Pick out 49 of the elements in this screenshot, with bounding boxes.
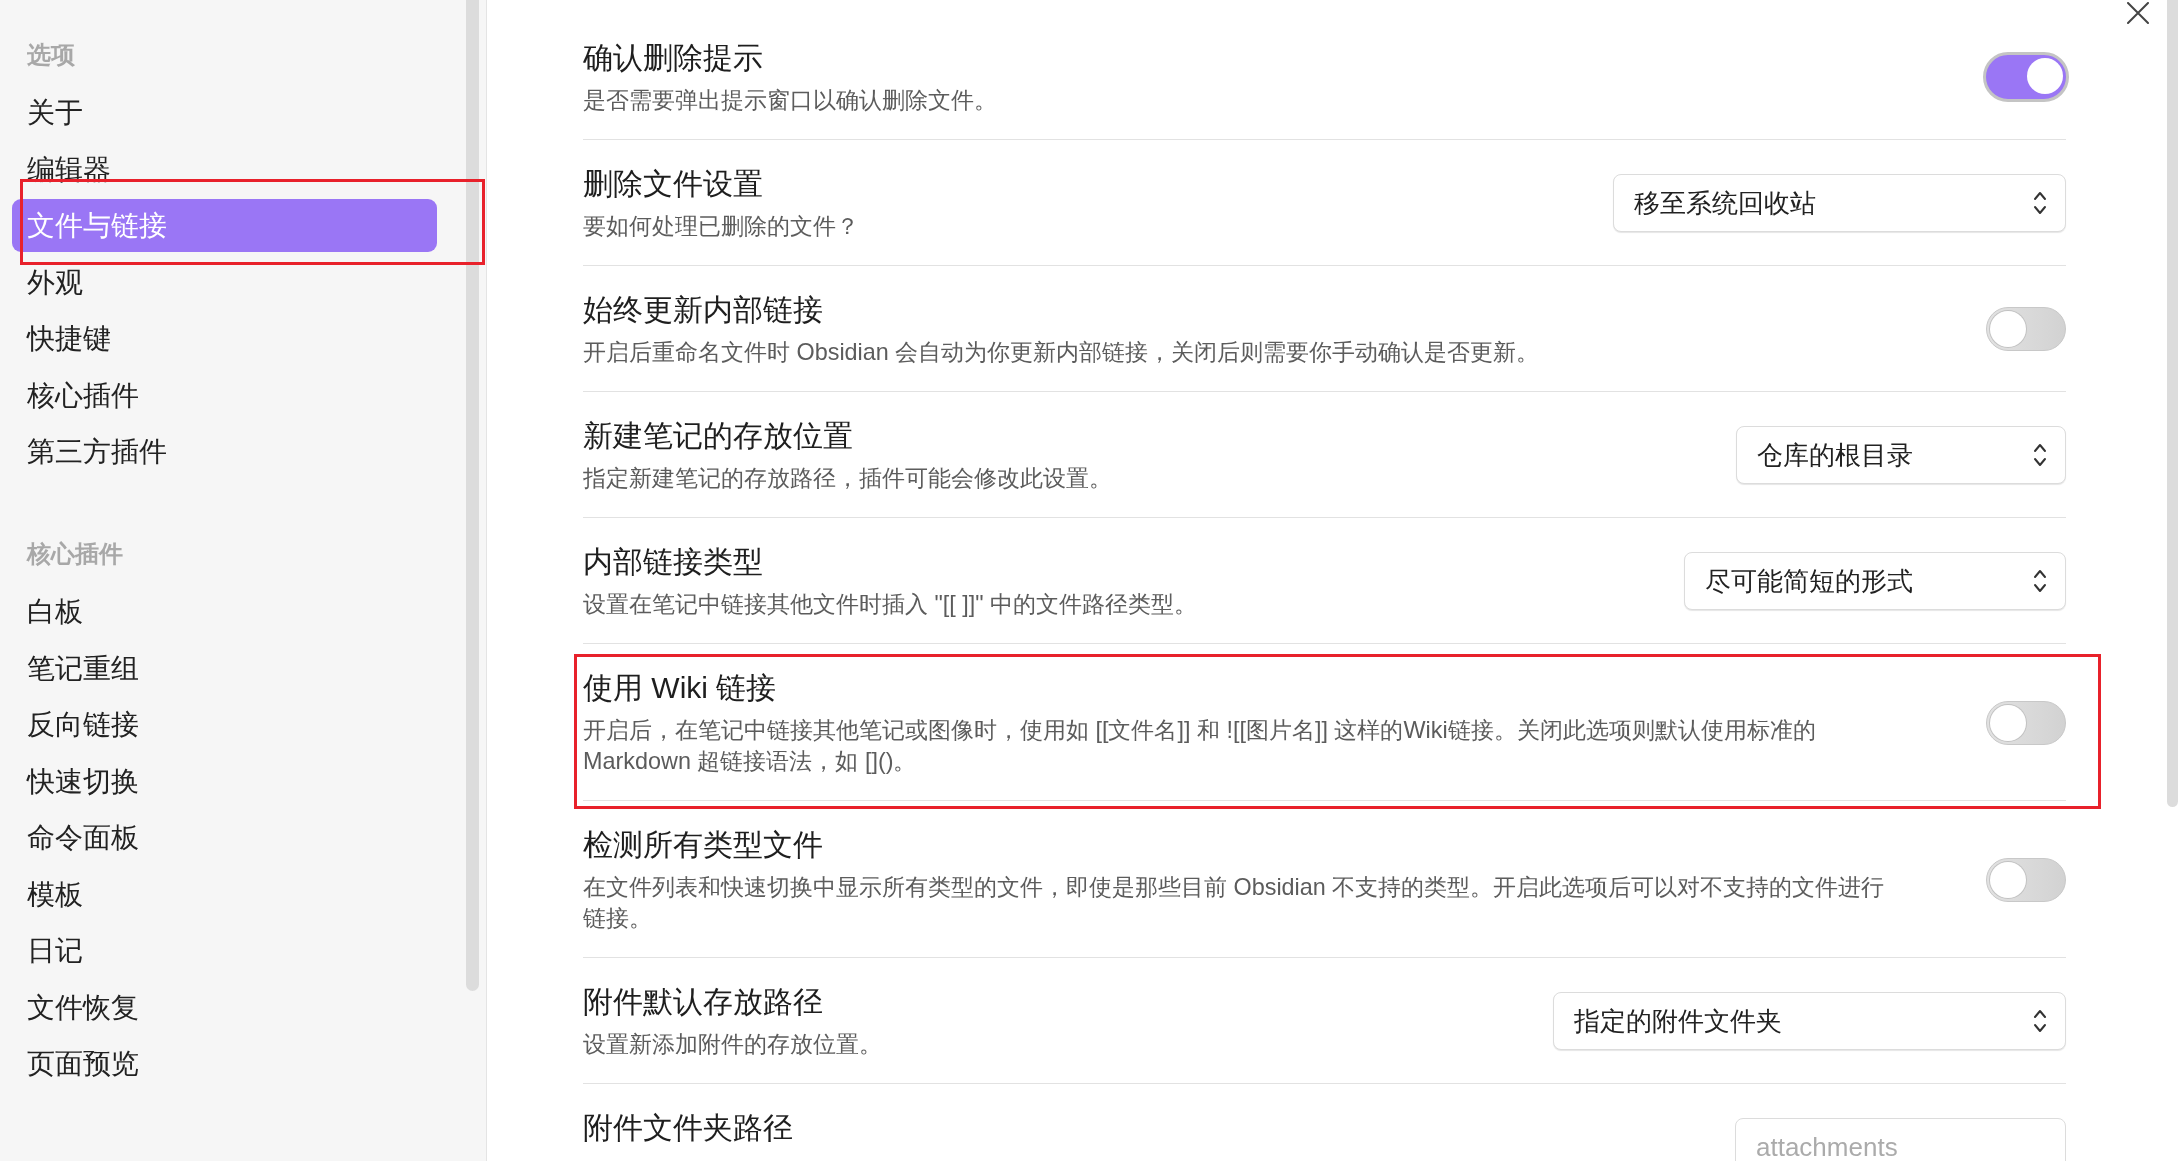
sidebar-section-title: 选项	[26, 40, 76, 70]
close-icon[interactable]	[2127, 2, 2149, 24]
sidebar-item[interactable]: 关于	[12, 86, 437, 139]
setting-description: 指定新建笔记的存放路径，插件可能会修改此设置。	[583, 464, 1113, 493]
setting-description: 是否需要弹出提示窗口以确认删除文件。	[583, 86, 998, 115]
setting-description: 设置新添加附件的存放位置。	[583, 1030, 883, 1059]
chevron-icon	[2033, 1009, 2047, 1033]
select-dropdown[interactable]: 移至系统回收站	[1613, 174, 2066, 232]
sidebar-item[interactable]: 日记	[12, 924, 437, 977]
select-dropdown[interactable]: 指定的附件文件夹	[1553, 992, 2066, 1050]
sidebar-item[interactable]: 页面预览	[12, 1037, 437, 1090]
sidebar-item[interactable]: 命令面板	[12, 811, 437, 864]
sidebar-item[interactable]: 核心插件	[12, 368, 437, 422]
setting-description: 在文件列表和快速切换中显示所有类型的文件，即使是那些目前 Obsidian 不支持的类型。开启此选项后可以对不支持的文件进行链接。	[583, 873, 1886, 933]
setting-title: 删除文件设置	[583, 166, 764, 202]
chevron-icon	[2033, 191, 2047, 215]
setting-title: 附件文件夹路径	[583, 1110, 794, 1146]
setting-description: 开启后重命名文件时 Obsidian 会自动为你更新内部链接，关闭后则需要你手动确认是否更新。	[583, 338, 1541, 367]
toggle-switch[interactable]	[1986, 857, 2066, 902]
setting-title: 使用 Wiki 链接	[583, 670, 778, 706]
sidebar-item[interactable]: 文件恢复	[12, 980, 437, 1034]
sidebar-item[interactable]: 第三方插件	[12, 425, 437, 478]
setting-description: 开启后，在笔记中链接其他笔记或图像时，使用如 [[文件名]] 和 ![[图片名]] 这样的Wiki链接。关闭此选项则默认使用标准的 Markdown 超链接语法，如 []()。	[583, 716, 1817, 776]
toggle-switch[interactable]	[1983, 52, 2069, 102]
sidebar-item[interactable]: 模板	[12, 867, 437, 921]
sidebar-item[interactable]: 快速切换	[12, 754, 437, 808]
setting-title: 附件默认存放路径	[583, 984, 824, 1020]
sidebar-section-title: 核心插件	[25, 539, 124, 569]
text-input[interactable]: attachments	[1735, 1118, 2066, 1161]
select-dropdown[interactable]: 仓库的根目录	[1736, 426, 2066, 484]
setting-description: 设置在笔记中链接其他文件时插入 "[[ ]]" 中的文件路径类型。	[583, 590, 1199, 619]
scrollbar-thumb[interactable]	[466, 0, 479, 991]
setting-title: 新建笔记的存放位置	[583, 418, 854, 454]
select-dropdown[interactable]: 尽可能简短的形式	[1684, 552, 2066, 610]
toggle-switch[interactable]	[1986, 307, 2066, 351]
sidebar-item[interactable]: 外观	[12, 255, 437, 309]
setting-title: 检测所有类型文件	[583, 827, 824, 863]
scrollbar-thumb[interactable]	[2167, 0, 2178, 807]
chevron-icon	[2033, 569, 2047, 593]
setting-description: 要如何处理已删除的文件？	[583, 212, 860, 241]
setting-title: 内部链接类型	[583, 544, 764, 580]
toggle-switch[interactable]	[1986, 700, 2066, 745]
sidebar-item[interactable]: 反向链接	[12, 698, 437, 751]
sidebar-item[interactable]: 白板	[12, 585, 437, 638]
setting-title: 始终更新内部链接	[583, 292, 824, 328]
setting-title: 确认删除提示	[583, 40, 764, 76]
sidebar-item[interactable]: 快捷键	[12, 312, 437, 365]
chevron-icon	[2033, 443, 2047, 467]
sidebar-item[interactable]: 笔记重组	[12, 641, 437, 695]
